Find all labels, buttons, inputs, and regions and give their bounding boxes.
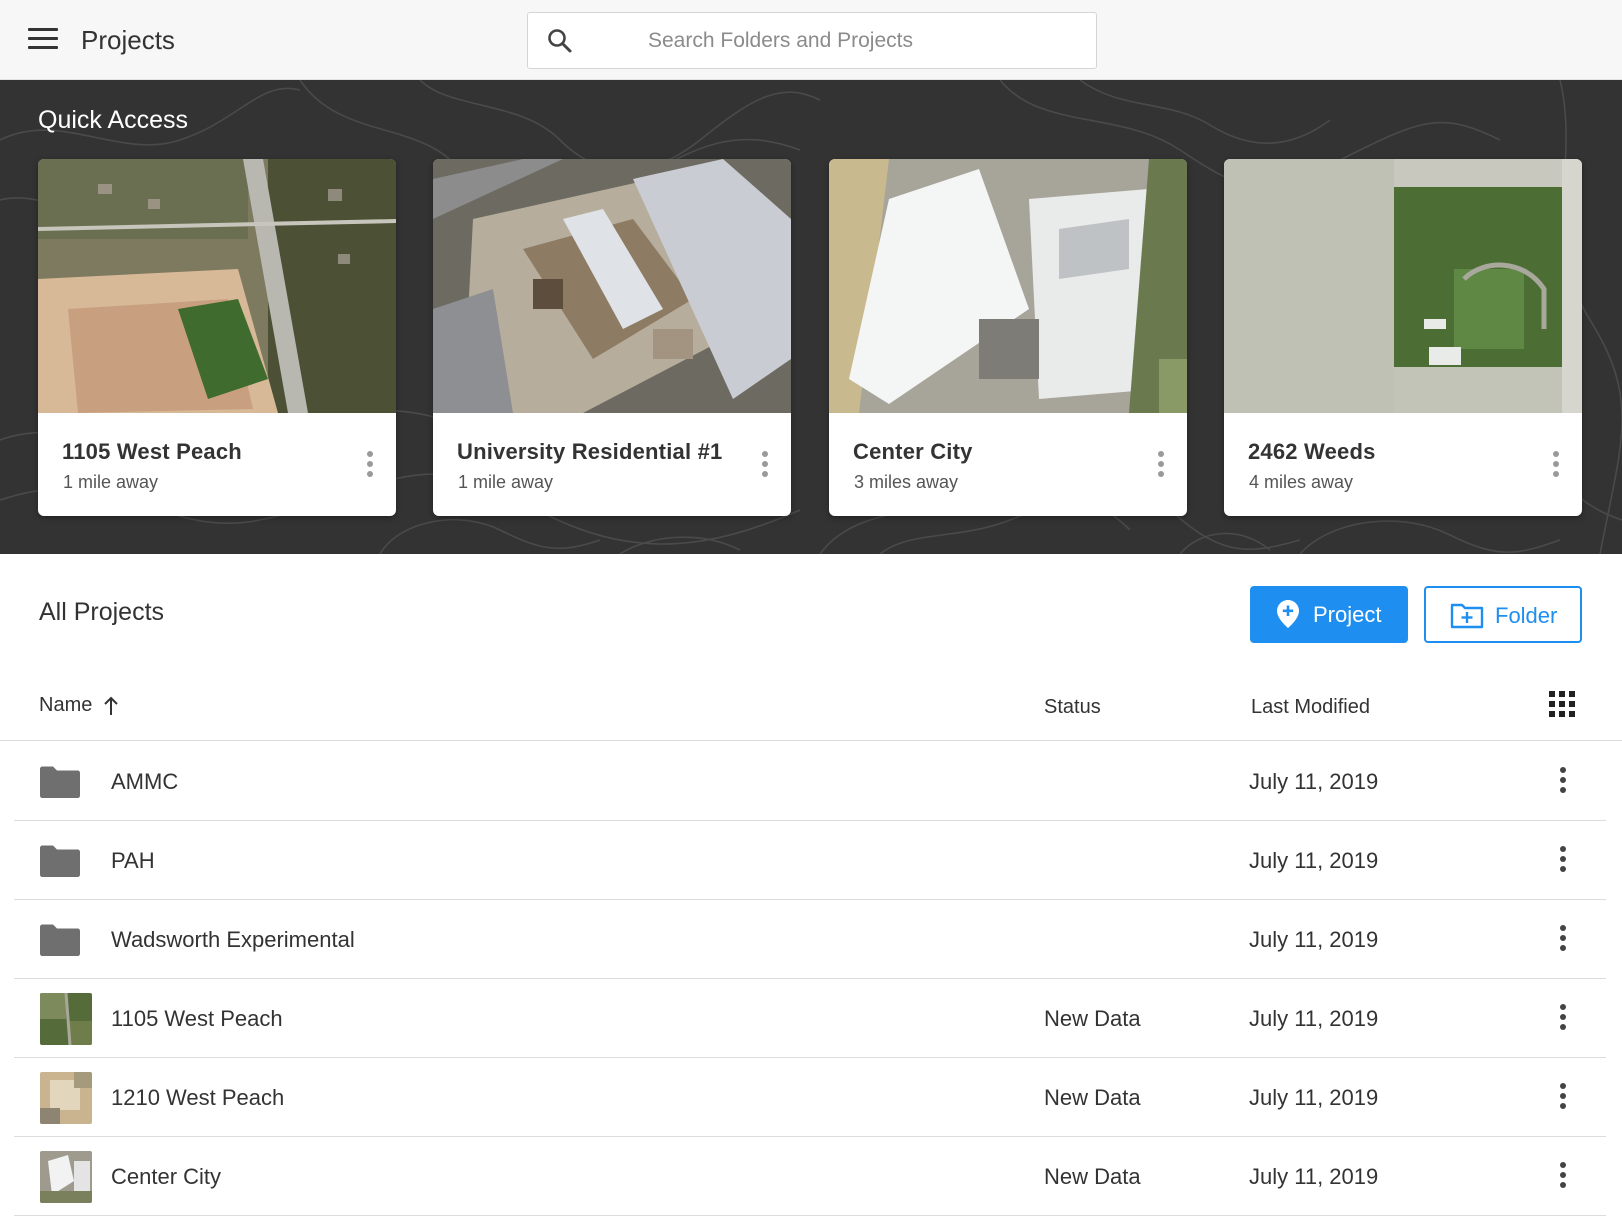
row-name: 1105 West Peach [111,1006,283,1031]
row-last-modified: July 11, 2019 [1249,769,1379,794]
more-vertical-icon[interactable] [1553,767,1573,797]
row-status: New Data [1044,1085,1141,1110]
table-row[interactable]: Wadsworth Experimental July 11, 2019 [14,900,1606,979]
table-row[interactable]: Center City New Data July 11, 2019 [14,1137,1606,1216]
table-row[interactable]: AMMC July 11, 2019 [14,742,1606,821]
more-vertical-icon[interactable] [1546,451,1566,481]
column-header-last-modified[interactable]: Last Modified [1251,696,1370,719]
project-thumbnail [40,1151,92,1203]
more-vertical-icon[interactable] [360,451,380,481]
more-vertical-icon[interactable] [1553,925,1573,955]
project-thumbnail [433,159,791,413]
row-status: New Data [1044,1164,1141,1189]
grid-view-icon[interactable] [1549,691,1575,717]
more-vertical-icon[interactable] [1553,1004,1573,1034]
row-name: Center City [111,1164,222,1189]
more-vertical-icon[interactable] [1553,1162,1573,1192]
card-distance: 4 miles away [1249,472,1354,492]
more-vertical-icon[interactable] [1553,1083,1573,1113]
card-title: Center City [853,439,973,464]
column-header-name[interactable]: Name [39,694,92,717]
search-icon [548,29,572,53]
card-distance: 1 mile away [458,472,554,492]
arrow-up-icon[interactable] [102,695,120,717]
new-project-label: Project [1313,602,1382,627]
new-project-button[interactable]: Project [1250,586,1408,643]
folder-icon [40,845,80,877]
row-last-modified: July 11, 2019 [1249,1085,1379,1110]
more-vertical-icon[interactable] [755,451,775,481]
row-last-modified: July 11, 2019 [1249,848,1379,873]
project-thumbnail [829,159,1187,413]
row-name: Wadsworth Experimental [111,927,355,952]
search-box[interactable] [527,12,1097,69]
row-name: 1210 West Peach [111,1085,285,1110]
row-last-modified: July 11, 2019 [1249,1006,1379,1031]
page-title: Projects [81,25,175,55]
card-title: University Residential #1 [457,439,723,464]
new-folder-label: Folder [1495,603,1558,628]
project-thumbnail [1224,159,1582,413]
row-status: New Data [1044,1006,1141,1031]
row-name: PAH [111,848,155,873]
menu-icon[interactable] [28,28,58,52]
quick-access-card[interactable]: Center City 3 miles away [829,159,1187,516]
top-bar: Projects [0,0,1622,80]
project-thumbnail [40,993,92,1045]
project-thumbnail [40,1072,92,1124]
map-pin-plus-icon [1277,600,1299,628]
card-title: 2462 Weeds [1248,439,1376,464]
column-header-status: Status [1044,696,1101,718]
card-distance: 3 miles away [854,472,959,492]
row-name: AMMC [111,769,179,794]
row-last-modified: July 11, 2019 [1249,1164,1379,1189]
table-row[interactable]: PAH July 11, 2019 [14,821,1606,900]
project-thumbnail [38,159,396,413]
folder-icon [40,766,80,798]
more-vertical-icon[interactable] [1151,451,1171,481]
all-projects-title: All Projects [39,598,165,626]
quick-access-card[interactable]: University Residential #1 1 mile away [433,159,791,516]
quick-access-title: Quick Access [38,106,189,134]
card-title: 1105 West Peach [62,439,242,464]
new-folder-button[interactable]: Folder [1424,586,1582,643]
row-last-modified: July 11, 2019 [1249,927,1379,952]
table-header-divider [0,740,1622,741]
quick-access-card[interactable]: 2462 Weeds 4 miles away [1224,159,1582,516]
quick-access-section: Quick Access 1105 West Peach 1 mile away [0,80,1622,554]
table-row[interactable]: 1210 West Peach New Data July 11, 2019 [14,1058,1606,1137]
more-vertical-icon[interactable] [1553,846,1573,876]
search-input[interactable] [648,13,1088,68]
card-distance: 1 mile away [63,472,159,492]
folder-plus-icon [1450,603,1484,629]
quick-access-card[interactable]: 1105 West Peach 1 mile away [38,159,396,516]
folder-icon [40,924,80,956]
table-row[interactable]: 1105 West Peach New Data July 11, 2019 [14,979,1606,1058]
